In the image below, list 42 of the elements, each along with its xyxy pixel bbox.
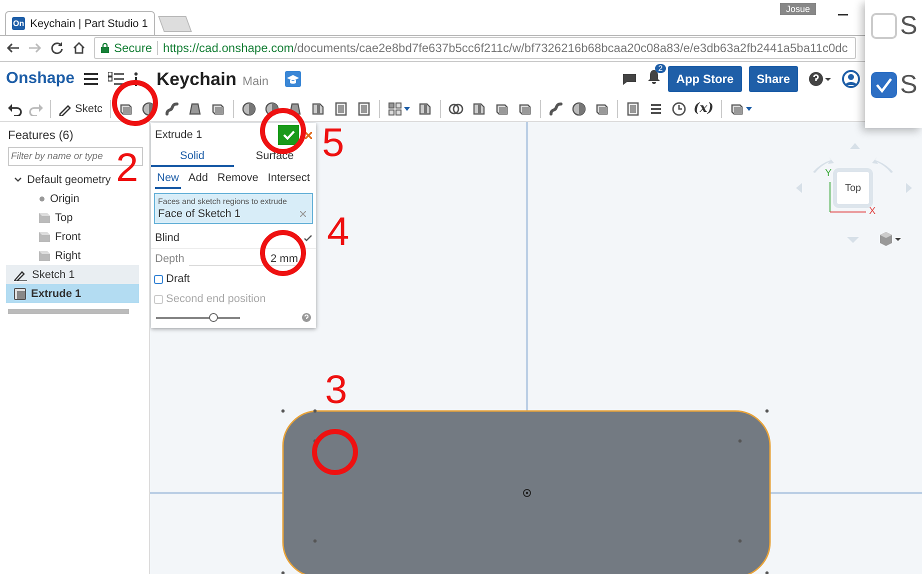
panel-title: Features (6) (7, 128, 74, 142)
feature-item[interactable]: Origin (6, 189, 139, 208)
url-text: https://cad.onshape.com/documents/cae2e8bd7fe637b5cc6f211c/w/bf7326216b68bcaa20c08a83/e/e3db63a2fb2441a5ba11c0dc (163, 41, 848, 55)
header-button[interactable]: Share (748, 66, 798, 92)
dialog-title: Extrude 1 (155, 129, 204, 141)
feature-item[interactable]: Right (6, 246, 139, 265)
body-type-tab[interactable]: Surface (234, 147, 316, 167)
view-cube[interactable]: Top (833, 168, 873, 208)
header-button[interactable]: App Store (668, 66, 742, 92)
annotation-number: 5 (322, 123, 344, 163)
user-badge: Josue (780, 3, 816, 15)
browser-tab[interactable]: On Keychain | Part Studio 1 (5, 11, 155, 35)
selection-field[interactable]: Faces and sketch regions to extrude Face of Sketch 1 (154, 193, 313, 224)
feature-item[interactable]: Top (6, 208, 139, 227)
address-bar[interactable]: Secure https://cad.onshape.com/documents/cae2e8bd7fe637b5cc6f211c/w/bf7326216b68bcaa20c08a83/e/e3db63a2fb2441a5ba11c0dc (94, 37, 856, 59)
option-label: S (900, 69, 918, 100)
feature-item[interactable]: Extrude 1 (6, 284, 139, 303)
app-logo[interactable]: Onshape (6, 70, 74, 88)
axis-label: Y (825, 168, 832, 179)
variable-button[interactable]: (x) (694, 101, 714, 116)
operation-tab[interactable]: Remove (215, 169, 260, 189)
end-type-dropdown[interactable]: Blind (151, 228, 316, 249)
operation-tab[interactable]: Add (186, 169, 210, 189)
document-title[interactable]: Keychain (156, 68, 237, 90)
body-type-tab[interactable]: Solid (151, 147, 234, 167)
axis-label: X (869, 206, 876, 217)
tab-logo: On (12, 17, 26, 30)
sketch-button[interactable]: Sketc (58, 102, 103, 116)
annotation-number: 4 (327, 212, 350, 252)
workspace-label[interactable]: Main (242, 74, 269, 88)
operation-tab[interactable]: Intersect (266, 169, 312, 189)
tab-title: Keychain | Part Studio 1 (30, 18, 148, 30)
option-checkbox[interactable]: Draft (151, 269, 316, 289)
depth-label: Depth (155, 253, 186, 265)
option-label: S (900, 10, 918, 41)
feature-item[interactable]: Front (6, 227, 139, 246)
secure-label: Secure (114, 41, 152, 55)
depth-field[interactable]: 2 mm (189, 252, 302, 266)
operation-tab[interactable]: New (155, 169, 182, 189)
notification-badge: 2 (655, 64, 666, 73)
feature-item[interactable]: Sketch 1 (6, 265, 139, 284)
annotation-number: 3 (325, 370, 348, 410)
